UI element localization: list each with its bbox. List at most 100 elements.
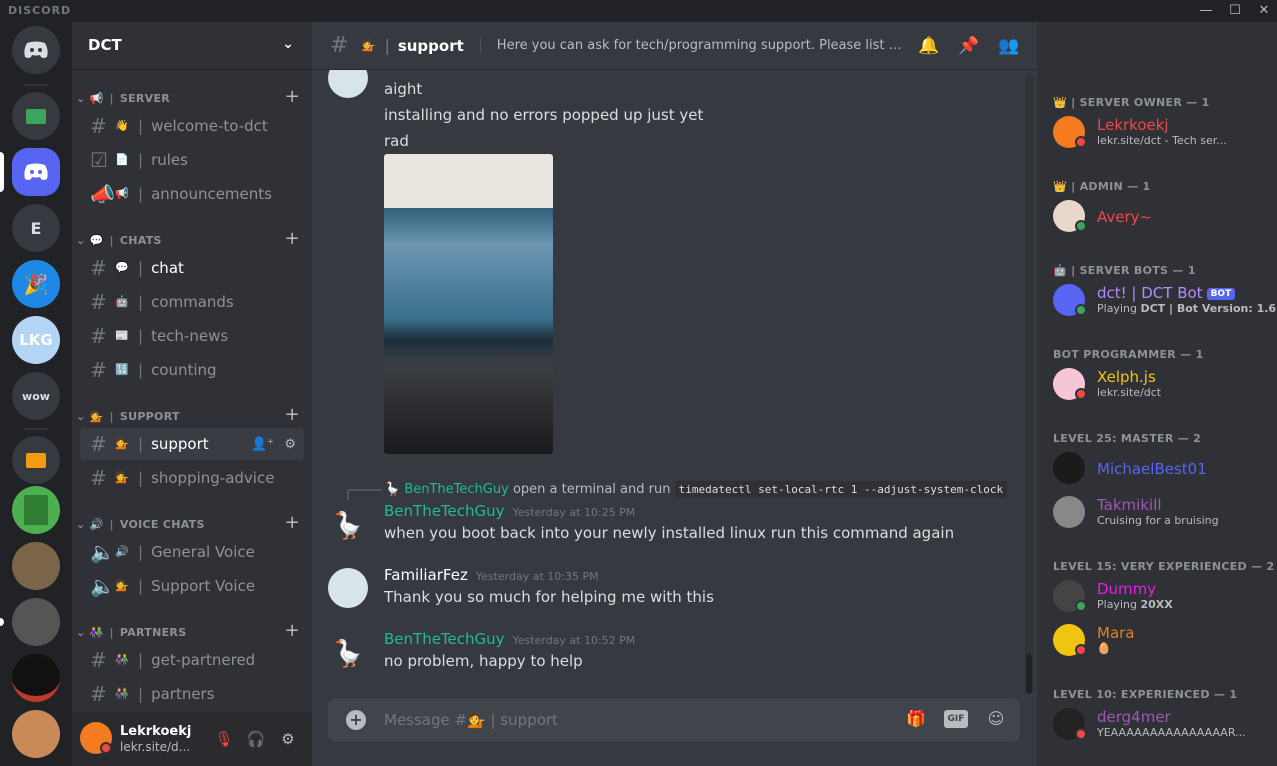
server-dark[interactable] [12,654,60,702]
channel-partners[interactable]: # 👫 | partners [80,678,304,710]
author-name: BenTheTechGuy [384,502,505,520]
category-chats[interactable]: ⌄ 💬 | CHATS + [76,228,306,250]
server-chicken[interactable] [12,710,60,758]
avatar[interactable]: 🪿 [328,634,368,674]
scrollbar-track[interactable] [1025,74,1033,694]
minimize-button[interactable]: — [1197,2,1215,20]
chat-area: # 💁 | support Here you can ask for tech/… [312,22,1181,766]
message-list: aight installing and no errors popped up… [312,70,1037,694]
category-voice[interactable]: ⌄ 🔊 | VOICE CHATS + [76,512,306,534]
member-name[interactable]: MichaelBest01 [1097,460,1207,478]
server-person[interactable] [12,598,60,646]
channel-get-partnered[interactable]: # 👫 | get-partnered [80,644,304,676]
channel-chat[interactable]: # 💬 | chat [80,252,304,284]
category-support[interactable]: ⌄ 💁 | SUPPORT + [76,404,306,426]
member-name[interactable]: Avery~ [1097,208,1152,226]
avatar[interactable]: 🪿 [328,506,368,546]
server-photo[interactable] [12,542,60,590]
gift-icon[interactable]: 🎁 [904,709,928,731]
avatar[interactable] [1053,496,1085,528]
pin-icon[interactable]: 📌 [958,36,980,58]
reply-preview[interactable]: 🪿 BenTheTechGuy open a terminal and run … [384,481,1008,498]
member-name[interactable]: Dummy [1097,580,1156,598]
voice-support[interactable]: 🔈 💁 | Support Voice [80,570,304,602]
rules-check-icon: ☑ [90,148,108,172]
channel-counting[interactable]: # 🔢 | counting [80,354,304,386]
close-button[interactable]: ✕ [1255,2,1273,20]
message-author[interactable]: FamiliarFez Yesterday at 10:35 PM [384,566,599,584]
category-server[interactable]: ⌄ 📢 | SERVER + [76,86,306,108]
channel-topic[interactable]: Here you can ask for tech/programming su… [479,38,904,53]
add-attachment-button[interactable]: + [346,710,366,730]
member-name[interactable]: derg4mer [1097,708,1171,726]
server-lkg[interactable]: LKG [12,316,60,364]
notification-bell-icon[interactable]: 🔔 [918,36,940,58]
member-name[interactable]: Lekrkoekj [1097,116,1169,134]
add-channel-icon[interactable]: + [285,86,300,107]
voice-general[interactable]: 🔈 🔊 | General Voice [80,536,304,568]
channel-shopping-advice[interactable]: # 💁 | shopping-advice [80,462,304,494]
hash-icon: # [90,358,107,382]
member-status: YEAAAAAAAAAAAAAAAR... [1097,726,1246,739]
member-name[interactable]: Mara [1097,624,1135,642]
server-header[interactable]: DCT ⌄ [72,22,312,70]
channel-announcements[interactable]: 📣 📢 | announcements [80,178,304,210]
add-channel-icon[interactable]: + [285,404,300,425]
home-button[interactable] [12,26,60,74]
scrollbar-thumb[interactable] [1026,654,1032,694]
role-header: LEVEL 25: MASTER — 2 [1053,432,1202,445]
avatar[interactable] [328,70,368,98]
channel-label: get-partnered [151,651,256,669]
timestamp: Yesterday at 10:25 PM [512,506,636,519]
dnd-status-dot [1075,644,1087,656]
message-author[interactable]: BenTheTechGuy Yesterday at 10:25 PM [384,502,635,520]
channel-emoji: 📢 [115,187,129,200]
dnd-status-dot [1075,728,1087,740]
gif-button[interactable]: GIF [944,710,968,728]
maximize-button[interactable]: ☐ [1226,2,1244,20]
user-settings-gear-icon[interactable]: ⚙ [278,730,298,750]
avatar[interactable] [1053,452,1085,484]
channel-commands[interactable]: # 🤖 | commands [80,286,304,318]
hash-icon: # [90,114,107,138]
folder-icon[interactable] [12,92,60,140]
emoji-picker-icon[interactable]: ☺ [984,709,1008,731]
member-list-icon[interactable]: 👥 [998,36,1020,58]
server-creeper[interactable] [12,486,60,534]
hash-icon: # [90,256,107,280]
channel-emoji: 💁 [115,437,129,450]
message-author[interactable]: BenTheTechGuy Yesterday at 10:52 PM [384,630,635,648]
channel-welcome[interactable]: # 👋 | welcome-to-dct [80,110,304,142]
avatar[interactable] [328,568,368,608]
message-input[interactable] [384,708,864,732]
add-channel-icon[interactable]: + [285,512,300,533]
guild-separator [24,84,48,86]
server-party-icon[interactable]: 🎉 [12,260,60,308]
add-channel-icon[interactable]: + [285,228,300,249]
folder-icon[interactable] [12,436,60,484]
channel-support[interactable]: # 💁 | support 👤⁺ ⚙ [80,428,304,460]
channel-emoji: 👋 [115,119,129,132]
member-name[interactable]: Takmikill [1097,496,1162,514]
deafen-icon[interactable]: 🎧 [246,730,266,750]
app-brand: DISCORD [8,4,72,17]
invite-icon[interactable]: 👤⁺ [251,437,274,452]
server-e[interactable]: E [12,204,60,252]
server-dct[interactable] [12,148,60,196]
category-partners[interactable]: ⌄ 👫 | PARTNERS + [76,620,306,642]
channel-tech-news[interactable]: # 📰 | tech-news [80,320,304,352]
discord-logo-icon [24,163,48,180]
gear-icon[interactable]: ⚙ [284,437,296,452]
member-name[interactable]: Xelph.js [1097,368,1156,386]
channel-rules[interactable]: ☑ 📄 | rules [80,144,304,176]
add-channel-icon[interactable]: + [285,620,300,641]
category-label: VOICE CHATS [119,517,205,531]
reply-text: open a terminal and run [512,482,671,497]
member-name[interactable]: dct! | DCT Bot BOT [1097,284,1236,302]
channel-label: tech-news [151,327,229,345]
channel-label: rules [151,151,188,169]
category-emoji: 💁 [89,409,104,423]
mute-mic-icon[interactable]: 🎙 [214,730,234,750]
image-attachment[interactable] [384,154,553,454]
server-wow[interactable]: wow [12,372,60,420]
